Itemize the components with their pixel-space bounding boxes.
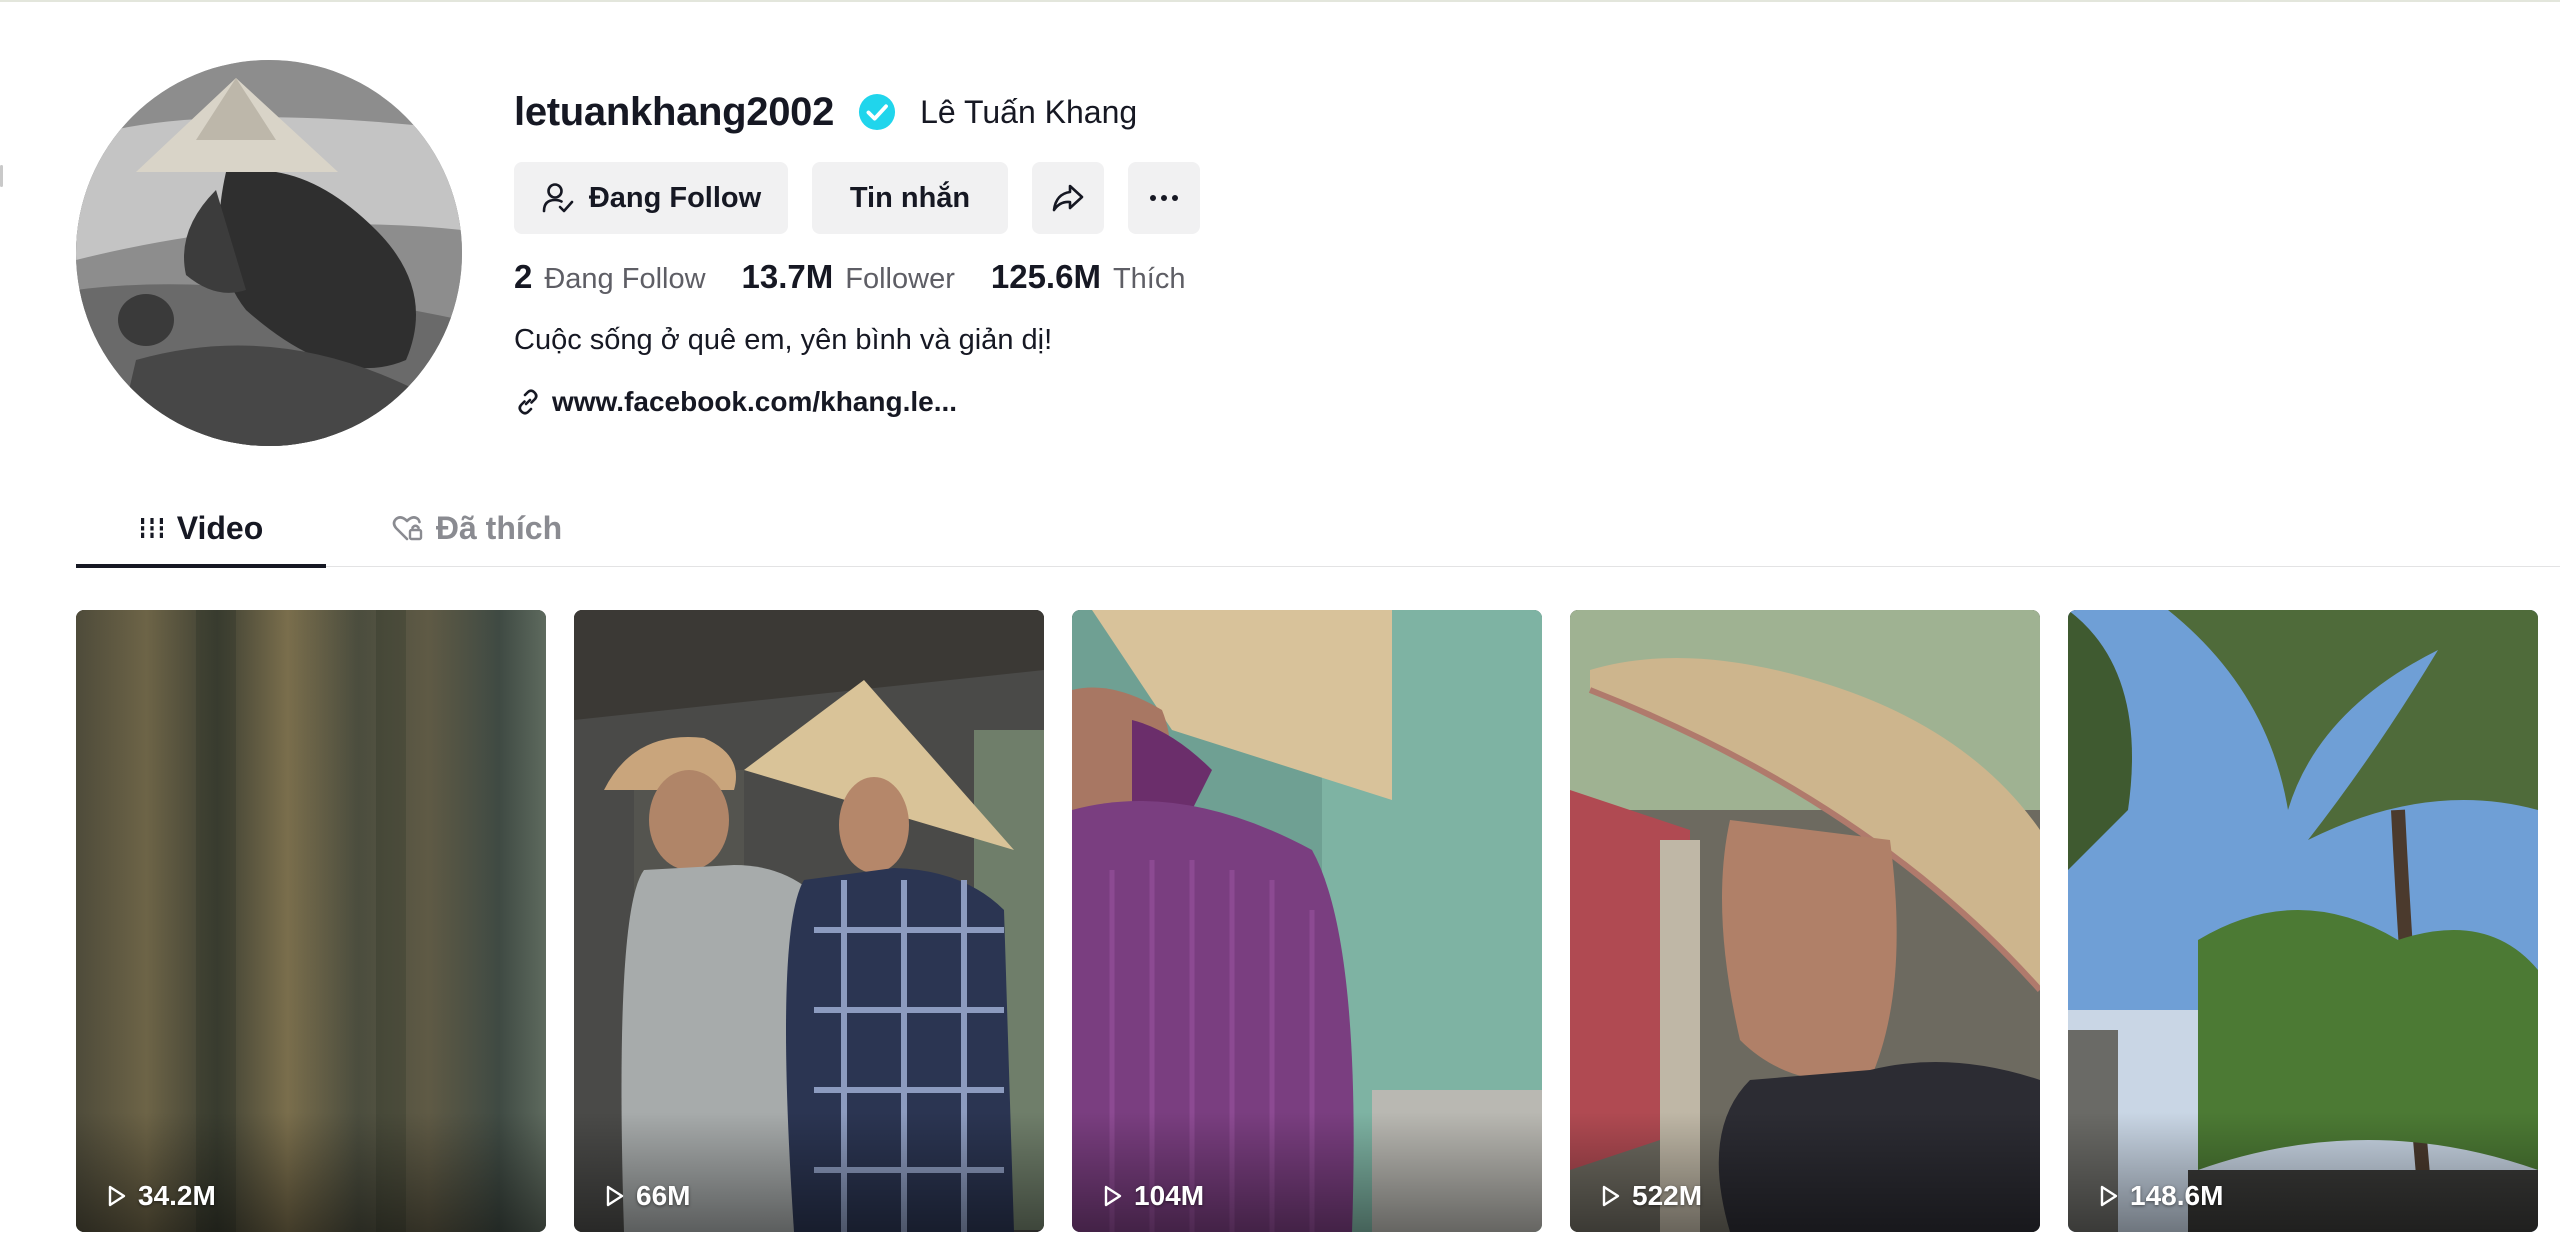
link-icon bbox=[518, 389, 538, 415]
stat-likes: 125.6M Thích bbox=[991, 258, 1186, 296]
stat-following[interactable]: 2 Đang Follow bbox=[514, 258, 706, 296]
sidebar-edge bbox=[0, 165, 3, 187]
view-count-text: 66M bbox=[636, 1180, 691, 1211]
video-card[interactable]: 34.2M bbox=[76, 610, 546, 1232]
avatar[interactable] bbox=[76, 60, 462, 446]
thumbnail-shade bbox=[574, 1112, 1044, 1232]
stat-value: 13.7M bbox=[741, 258, 834, 295]
stat-followers[interactable]: 13.7M Follower bbox=[742, 258, 955, 296]
view-count-text: 104M bbox=[1134, 1180, 1205, 1211]
username: letuankhang2002 bbox=[514, 89, 835, 134]
message-button-label: Tin nhắn bbox=[849, 181, 971, 214]
profile-tabs: Video Đã thích bbox=[76, 490, 2560, 568]
profile-actions: Đang Follow Tin nhắn bbox=[514, 162, 1200, 234]
stat-label: Đang Follow bbox=[544, 263, 706, 295]
message-button[interactable]: Tin nhắn bbox=[812, 162, 1008, 234]
following-button[interactable]: Đang Follow bbox=[514, 162, 788, 234]
tab-liked[interactable]: Đã thích bbox=[382, 490, 572, 566]
heart-lock-icon bbox=[392, 516, 423, 541]
stat-label: Thích bbox=[1112, 263, 1186, 295]
profile-bio: Cuộc sống ở quê em, yên bình và giản dị! bbox=[514, 324, 1053, 356]
thumbnail-shade bbox=[2068, 1112, 2538, 1232]
share-button[interactable] bbox=[1032, 162, 1104, 234]
stat-value: 125.6M bbox=[990, 258, 1101, 295]
tab-video-label: Video bbox=[176, 509, 264, 546]
view-count-text: 34.2M bbox=[138, 1180, 216, 1211]
view-count: 66M bbox=[602, 1180, 690, 1212]
view-count: 104M bbox=[1100, 1180, 1204, 1212]
avatar-image bbox=[76, 60, 462, 446]
video-card[interactable]: 66M bbox=[574, 610, 1044, 1232]
share-arrow-icon bbox=[1052, 184, 1084, 212]
profile-link-text: www.facebook.com/khang.le... bbox=[552, 386, 958, 417]
ellipsis-icon bbox=[1150, 195, 1178, 201]
view-count-text: 148.6M bbox=[2130, 1180, 2224, 1211]
play-icon bbox=[1602, 1185, 1620, 1207]
play-icon bbox=[2100, 1185, 2118, 1207]
top-border bbox=[0, 0, 2560, 2]
stat-label: Follower bbox=[845, 263, 955, 295]
nickname: Lê Tuấn Khang bbox=[920, 93, 1138, 130]
video-card[interactable]: 104M bbox=[1072, 610, 1542, 1232]
profile-stats: 2 Đang Follow 13.7M Follower 125.6M Thíc… bbox=[514, 258, 1221, 296]
user-check-icon bbox=[542, 183, 574, 213]
tab-liked-label: Đã thích bbox=[435, 509, 563, 546]
play-icon bbox=[606, 1185, 624, 1207]
more-options-button[interactable] bbox=[1128, 162, 1200, 234]
verified-badge-icon bbox=[859, 93, 896, 131]
video-card[interactable]: 148.6M bbox=[2068, 610, 2538, 1232]
tab-video[interactable]: Video bbox=[76, 490, 326, 568]
play-icon bbox=[1104, 1185, 1122, 1207]
profile-link[interactable]: www.facebook.com/khang.le... bbox=[514, 386, 957, 418]
thumbnail-shade bbox=[1570, 1112, 2040, 1232]
stat-value: 2 bbox=[514, 258, 533, 295]
view-count-text: 522M bbox=[1632, 1180, 1703, 1211]
thumbnail-shade bbox=[1072, 1112, 1542, 1232]
profile-header: letuankhang2002 Lê Tuấn Khang bbox=[514, 84, 1137, 140]
view-count: 148.6M bbox=[2096, 1180, 2223, 1212]
thumbnail-shade bbox=[76, 1112, 546, 1232]
grid-lines-icon bbox=[138, 518, 165, 538]
following-button-label: Đang Follow bbox=[588, 181, 762, 214]
play-icon bbox=[108, 1185, 126, 1207]
view-count: 522M bbox=[1598, 1180, 1702, 1212]
view-count: 34.2M bbox=[104, 1180, 216, 1212]
video-card[interactable]: 522M bbox=[1570, 610, 2040, 1232]
